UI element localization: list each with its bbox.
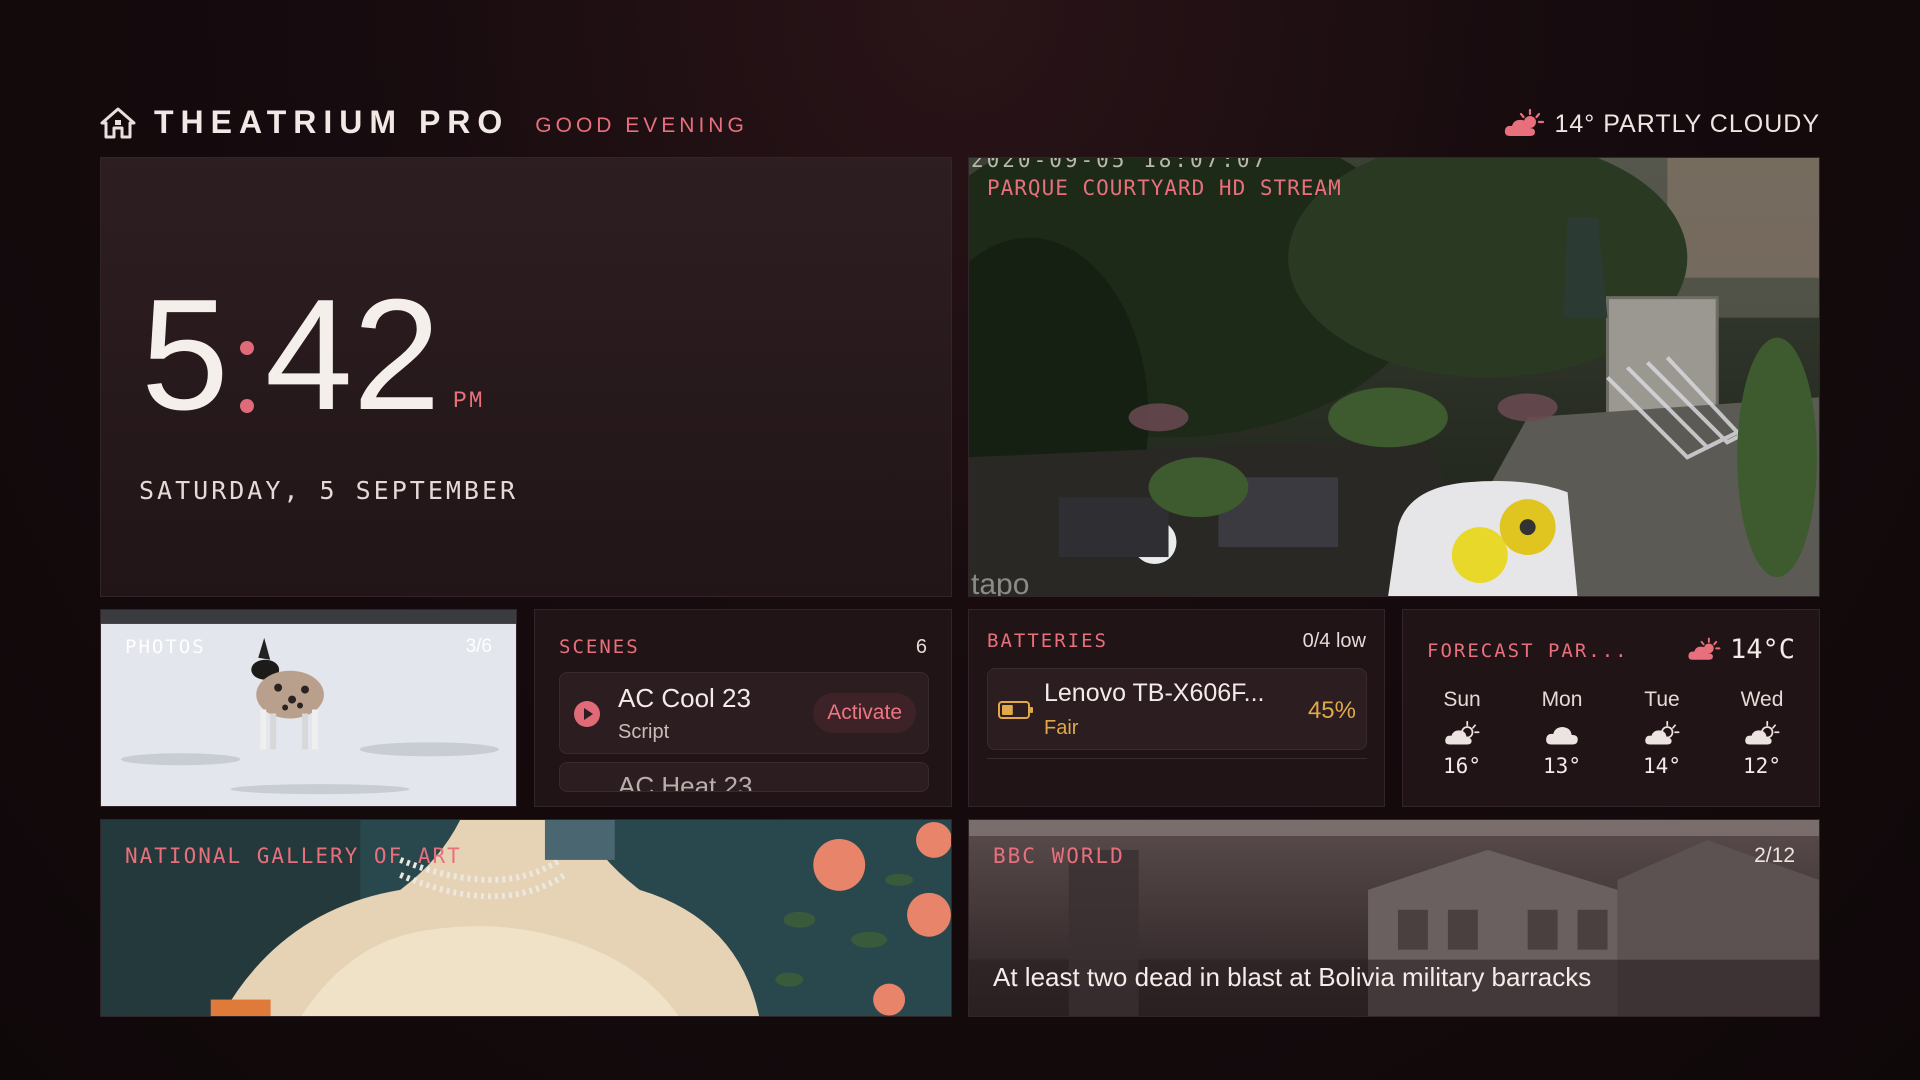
partly-cloudy-icon <box>1688 637 1721 660</box>
clock-hours: 5 <box>141 267 229 443</box>
batteries-summary: 0/4 low <box>1302 630 1366 652</box>
camera-watermark: tapo <box>971 568 1030 597</box>
clock-date: SATURDAY, 5 SEPTEMBER <box>139 476 519 505</box>
camera-feed-image <box>969 158 1819 596</box>
camera-timestamp: 2020-09-05 18:07:07 <box>971 157 1269 172</box>
gallery-label: NATIONAL GALLERY OF ART <box>125 844 462 868</box>
news-count: 2/12 <box>1754 844 1795 867</box>
header-weather[interactable]: 14° PARTLY CLOUDY <box>1502 108 1820 140</box>
forecast-card[interactable]: FORECAST PAR... 14°C Sun 16° Mon 13° Tue… <box>1402 609 1820 807</box>
forecast-day-name: Mon <box>1541 688 1583 711</box>
forecast-day: Wed 12° <box>1727 688 1797 778</box>
forecast-day-name: Sun <box>1443 688 1481 711</box>
forecast-day: Sun 16° <box>1427 688 1497 778</box>
battery-percent: 45% <box>1307 697 1356 724</box>
batteries-label: BATTERIES <box>987 630 1108 652</box>
forecast-day: Tue 14° <box>1627 688 1697 778</box>
photos-count: 3/6 <box>465 636 492 657</box>
forecast-label: FORECAST PAR... <box>1427 640 1629 662</box>
clock-minutes: 42 <box>264 267 441 443</box>
scene-item[interactable]: AC Heat 23 <box>559 762 929 792</box>
gallery-card[interactable]: NATIONAL GALLERY OF ART <box>100 819 952 1017</box>
forecast-day-temp: 16° <box>1443 754 1481 778</box>
camera-card[interactable]: 2020-09-05 18:07:07 PARQUE COURTYARD HD … <box>968 157 1820 597</box>
app-title: THEATRIUM PRO <box>154 104 510 140</box>
scene-name: AC Cool 23 <box>618 683 751 713</box>
battery-icon <box>998 701 1033 719</box>
scenes-label: SCENES <box>559 636 640 658</box>
photos-label: PHOTOS <box>125 636 206 658</box>
scene-type: Script <box>618 721 670 743</box>
news-label: BBC WORLD <box>993 844 1125 868</box>
photos-card[interactable]: PHOTOS 3/6 <box>100 609 517 807</box>
partly-cloudy-icon <box>1645 720 1680 745</box>
battery-status: Fair <box>1044 717 1079 739</box>
greeting: GOOD EVENING <box>535 113 748 137</box>
clock-card: 5​ 42 PM SATURDAY, 5 SEPTEMBER <box>100 157 952 597</box>
forecast-current: 14°C <box>1686 634 1795 665</box>
partly-cloudy-icon <box>1445 720 1480 745</box>
header-weather-text: 14° PARTLY CLOUDY <box>1554 109 1820 138</box>
forecast-day-temp: 12° <box>1743 754 1781 778</box>
scenes-card: SCENES 6 AC Cool 23 Script Activate AC H… <box>534 609 952 807</box>
battery-device-name: Lenovo TB-X606F... <box>1044 679 1265 707</box>
clock-time: 5​ 42 <box>141 276 441 434</box>
batteries-card: BATTERIES 0/4 low Lenovo TB-X606F... Fai… <box>968 609 1385 807</box>
cloud-icon <box>1546 727 1578 745</box>
play-icon <box>574 701 600 727</box>
scene-item[interactable]: AC Cool 23 Script Activate <box>559 672 929 754</box>
scene-name: AC Heat 23 <box>618 771 753 792</box>
forecast-day-name: Tue <box>1644 688 1680 711</box>
partly-cloudy-icon <box>1745 720 1780 745</box>
forecast-day-name: Wed <box>1740 688 1784 711</box>
forecast-day-temp: 14° <box>1643 754 1681 778</box>
forecast-day-temp: 13° <box>1543 754 1581 778</box>
clock-ampm: PM <box>453 388 485 414</box>
battery-item-partial <box>987 758 1367 788</box>
brand: THEATRIUM PRO GOOD EVENING <box>100 104 748 141</box>
forecast-day: Mon 13° <box>1527 688 1597 778</box>
header: THEATRIUM PRO GOOD EVENING 14° PARTLY CL… <box>100 104 1820 144</box>
camera-title: PARQUE COURTYARD HD STREAM <box>987 176 1342 200</box>
scenes-count: 6 <box>915 636 927 658</box>
battery-item[interactable]: Lenovo TB-X606F... Fair 45% <box>987 668 1367 750</box>
forecast-current-temp: 14°C <box>1729 634 1795 665</box>
activate-button[interactable]: Activate <box>813 693 916 733</box>
home-icon <box>100 107 136 138</box>
forecast-days: Sun 16° Mon 13° Tue 14° Wed 12° <box>1427 688 1797 778</box>
clock-colon: ​ <box>229 267 265 443</box>
news-headline: At least two dead in blast at Bolivia mi… <box>993 962 1592 992</box>
news-card[interactable]: BBC WORLD 2/12 At least two dead in blas… <box>968 819 1820 1017</box>
partly-cloudy-icon <box>1505 108 1545 136</box>
